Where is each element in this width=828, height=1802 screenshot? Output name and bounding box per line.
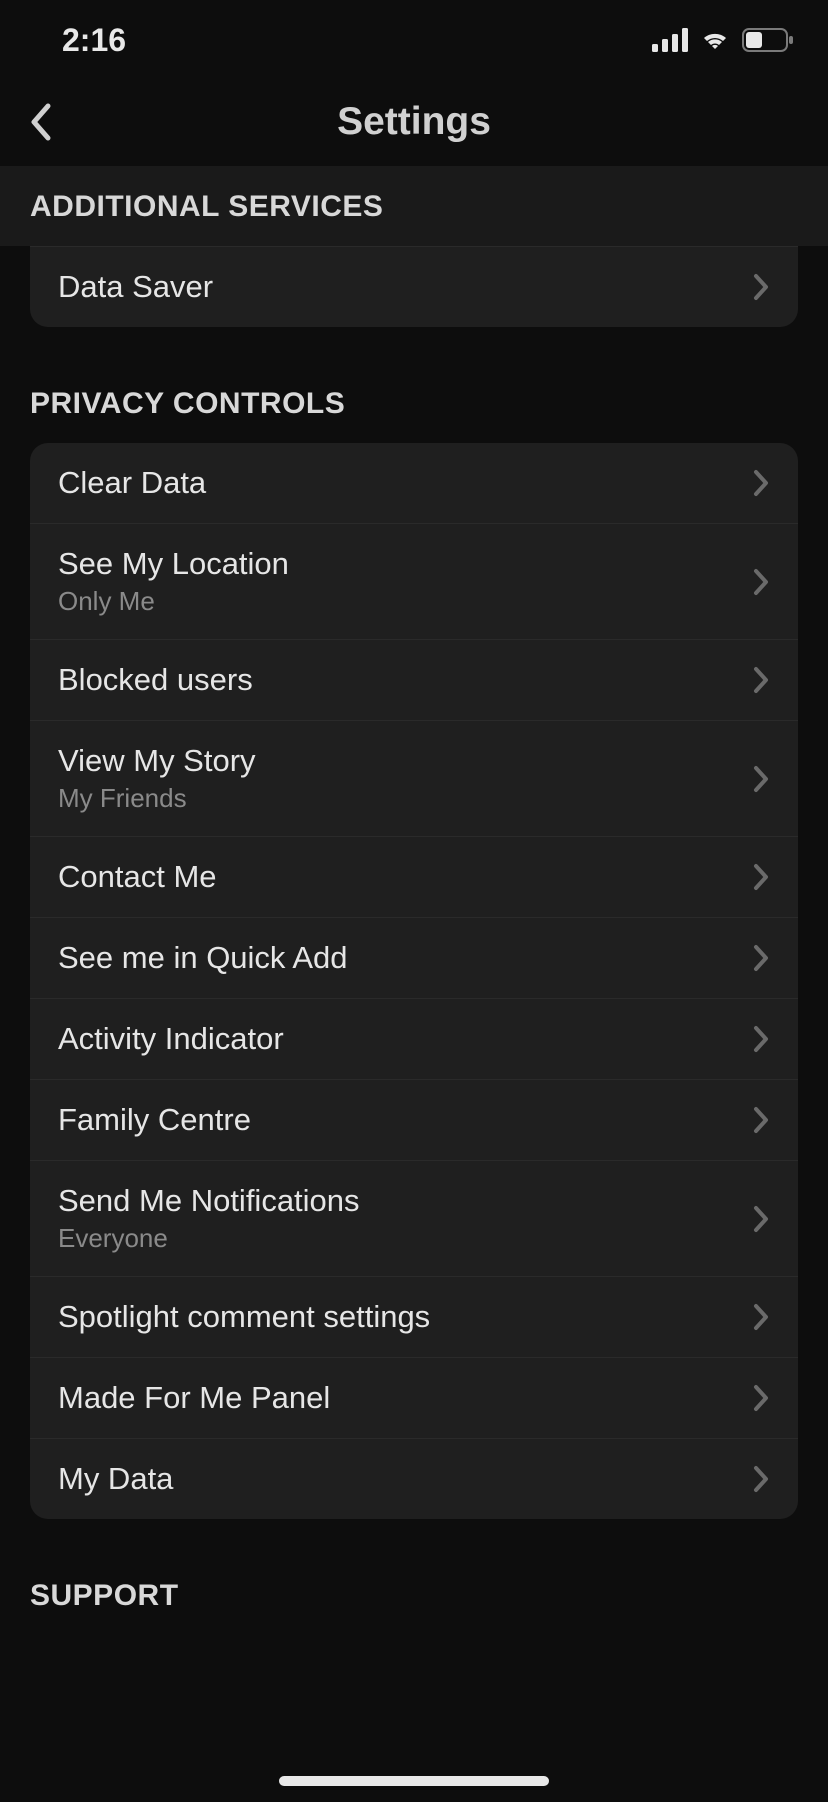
row-label: Contact Me bbox=[58, 859, 217, 895]
battery-icon bbox=[742, 28, 794, 52]
chevron-right-icon bbox=[752, 665, 770, 695]
chevron-right-icon bbox=[752, 272, 770, 302]
chevron-right-icon bbox=[752, 1302, 770, 1332]
nav-header: Settings bbox=[0, 70, 828, 166]
row-label: Send Me Notifications bbox=[58, 1183, 360, 1219]
row-blocked-users[interactable]: Blocked users bbox=[30, 640, 798, 721]
row-label: Made For Me Panel bbox=[58, 1380, 330, 1416]
row-data-saver[interactable]: Data Saver bbox=[30, 247, 798, 327]
section-header-support: SUPPORT bbox=[0, 1579, 828, 1635]
chevron-right-icon bbox=[752, 1204, 770, 1234]
chevron-right-icon bbox=[752, 943, 770, 973]
row-label: My Data bbox=[58, 1461, 173, 1497]
row-spotlight-comment-settings[interactable]: Spotlight comment settings bbox=[30, 1277, 798, 1358]
status-icons bbox=[652, 28, 794, 52]
section-header-privacy-controls: PRIVACY CONTROLS bbox=[0, 387, 828, 443]
chevron-right-icon bbox=[752, 1464, 770, 1494]
status-bar: 2:16 bbox=[0, 10, 828, 70]
row-label: Activity Indicator bbox=[58, 1021, 284, 1057]
row-clear-data[interactable]: Clear Data bbox=[30, 443, 798, 524]
chevron-right-icon bbox=[752, 567, 770, 597]
back-button[interactable] bbox=[20, 102, 60, 142]
row-my-data[interactable]: My Data bbox=[30, 1439, 798, 1519]
status-time: 2:16 bbox=[62, 22, 126, 59]
row-contact-me[interactable]: Contact Me bbox=[30, 837, 798, 918]
section-header-additional-services: ADDITIONAL SERVICES bbox=[0, 166, 828, 246]
row-label: Data Saver bbox=[58, 269, 213, 305]
chevron-left-icon bbox=[28, 102, 52, 142]
page-title: Settings bbox=[337, 100, 491, 144]
chevron-right-icon bbox=[752, 1105, 770, 1135]
chevron-right-icon bbox=[752, 862, 770, 892]
row-activity-indicator[interactable]: Activity Indicator bbox=[30, 999, 798, 1080]
chevron-right-icon bbox=[752, 764, 770, 794]
row-label: Clear Data bbox=[58, 465, 206, 501]
row-label: Spotlight comment settings bbox=[58, 1299, 430, 1335]
wifi-icon bbox=[698, 28, 732, 52]
privacy-controls-group: Clear Data See My Location Only Me Block… bbox=[30, 443, 798, 1519]
row-see-me-in-quick-add[interactable]: See me in Quick Add bbox=[30, 918, 798, 999]
row-label: See My Location bbox=[58, 546, 289, 582]
row-family-centre[interactable]: Family Centre bbox=[30, 1080, 798, 1161]
row-see-my-location[interactable]: See My Location Only Me bbox=[30, 524, 798, 640]
home-indicator[interactable] bbox=[279, 1776, 549, 1786]
row-label: Blocked users bbox=[58, 662, 253, 698]
cellular-icon bbox=[652, 28, 688, 52]
row-sublabel: My Friends bbox=[58, 783, 256, 814]
additional-services-group: Data Saver bbox=[30, 246, 798, 327]
row-sublabel: Only Me bbox=[58, 586, 289, 617]
row-label: See me in Quick Add bbox=[58, 940, 348, 976]
row-view-my-story[interactable]: View My Story My Friends bbox=[30, 721, 798, 837]
row-send-me-notifications[interactable]: Send Me Notifications Everyone bbox=[30, 1161, 798, 1277]
row-label: View My Story bbox=[58, 743, 256, 779]
chevron-right-icon bbox=[752, 1383, 770, 1413]
row-label: Family Centre bbox=[58, 1102, 251, 1138]
row-made-for-me-panel[interactable]: Made For Me Panel bbox=[30, 1358, 798, 1439]
chevron-right арrow-icon bbox=[752, 468, 770, 498]
chevron-right-icon bbox=[752, 1024, 770, 1054]
row-sublabel: Everyone bbox=[58, 1223, 360, 1254]
